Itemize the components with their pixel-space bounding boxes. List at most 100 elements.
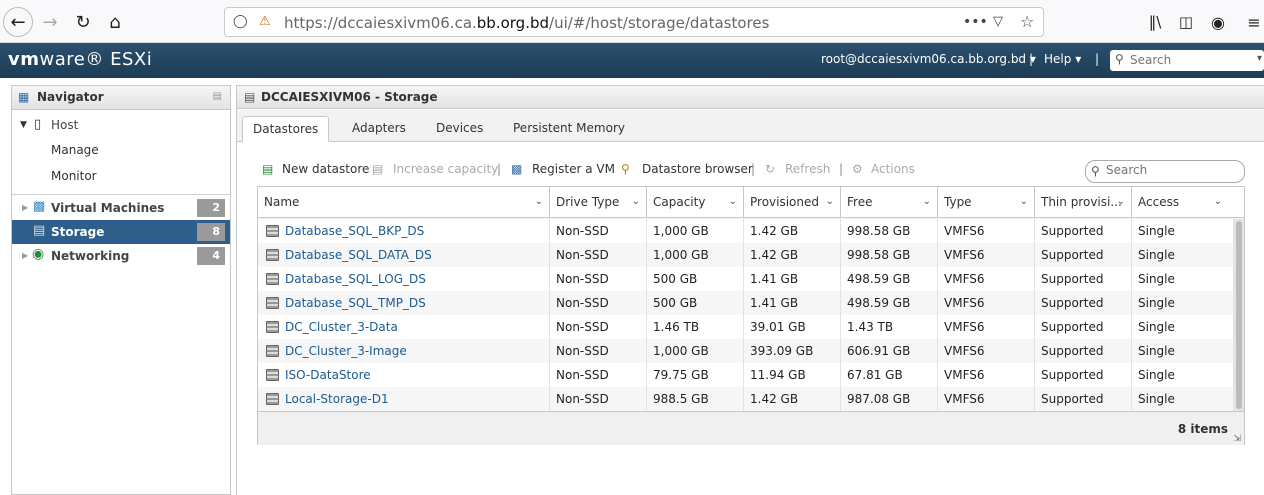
cell-access: Single — [1132, 315, 1234, 339]
column-header-capacity[interactable]: Capacity ⌄ — [647, 187, 744, 218]
tab-datastores[interactable]: Datastores — [242, 116, 330, 142]
storage-icon: ▤ — [244, 90, 256, 104]
chevron-down-icon[interactable]: ⌄ — [1117, 187, 1125, 217]
bookmark-star-icon[interactable]: ☆ — [1020, 12, 1034, 31]
cell-name[interactable]: Database_SQL_TMP_DS — [258, 291, 550, 315]
sidebar-button[interactable]: ◫ — [1171, 7, 1201, 37]
cell-name[interactable]: Local-Storage-D1 — [258, 387, 550, 411]
resize-handle-icon[interactable]: ⇲ — [1233, 434, 1241, 444]
header-search[interactable]: ⚲ ▾ — [1110, 50, 1264, 71]
column-header-type[interactable]: Type ⌄ — [938, 187, 1035, 218]
table-row[interactable]: Local-Storage-D1 Non-SSD 988.5 GB 1.42 GB 98… — [258, 387, 1234, 411]
cell-capacity: 1,000 GB — [647, 243, 744, 267]
grid-search-input[interactable] — [1106, 163, 1236, 177]
table-row[interactable]: Database_SQL_TMP_DS Non-SSD 500 GB 1.41 GB 4… — [258, 291, 1234, 315]
sidebar-icon: ◫ — [1178, 13, 1194, 31]
column-header-provisioned[interactable]: Provisioned ⌄ — [744, 187, 841, 218]
expand-icon[interactable]: ▼ — [20, 120, 27, 130]
register-vm-button[interactable]: Register a VM — [532, 162, 615, 176]
tab-adapters[interactable]: Adapters — [342, 116, 416, 142]
tab-devices[interactable]: Devices — [426, 116, 493, 142]
vertical-scrollbar[interactable] — [1234, 219, 1244, 411]
chevron-down-icon[interactable]: ⌄ — [1020, 187, 1028, 217]
cell-type: VMFS6 — [938, 387, 1035, 411]
datastore-browser-button[interactable]: Datastore browser — [642, 162, 753, 176]
forward-button[interactable]: → — [35, 7, 65, 37]
table-row[interactable]: Database_SQL_DATA_DS Non-SSD 1,000 GB 1.42 … — [258, 243, 1234, 267]
cell-name[interactable]: Database_SQL_DATA_DS — [258, 243, 550, 267]
cell-capacity: 988.5 GB — [647, 387, 744, 411]
cell-name[interactable]: Database_SQL_BKP_DS — [258, 219, 550, 243]
table-row[interactable]: Database_SQL_LOG_DS Non-SSD 500 GB 1.41 GB 4… — [258, 267, 1234, 291]
table-row[interactable]: Database_SQL_BKP_DS Non-SSD 1,000 GB 1.42 G… — [258, 219, 1234, 243]
app-header: vmware® ESXi root@dccaiesxivm06.ca.bb.or… — [0, 43, 1264, 78]
search-icon: ⚲ — [1091, 164, 1100, 178]
cell-access: Single — [1132, 387, 1234, 411]
menu-button[interactable]: ≡ — [1244, 7, 1264, 37]
header-search-input[interactable] — [1130, 50, 1255, 69]
grid-search[interactable]: ⚲ — [1085, 160, 1245, 183]
back-button[interactable]: ← — [3, 7, 33, 37]
home-icon: ⌂ — [109, 11, 121, 33]
cell-thin: Supported — [1035, 243, 1132, 267]
nav-host[interactable]: ▼ ▯ Host — [12, 113, 230, 137]
chevron-down-icon[interactable]: ⌄ — [632, 187, 640, 217]
actions-button[interactable]: Actions — [871, 162, 915, 176]
increase-capacity-button[interactable]: Increase capacity — [393, 162, 498, 176]
expand-icon[interactable]: ▶ — [22, 203, 28, 212]
reload-icon: ↻ — [75, 11, 91, 33]
account-icon: ◉ — [1211, 12, 1225, 32]
increase-capacity-icon: ▤ — [372, 162, 384, 176]
table-row[interactable]: DC_Cluster_3-Data Non-SSD 1.46 TB 39.01 GB 1… — [258, 315, 1234, 339]
library-button[interactable]: ‖\ — [1140, 7, 1170, 37]
chevron-down-icon[interactable]: ▾ — [1257, 53, 1262, 64]
new-datastore-button[interactable]: New datastore — [282, 162, 369, 176]
cell-name[interactable]: Database_SQL_LOG_DS — [258, 267, 550, 291]
shield-icon[interactable]: ◯ — [233, 14, 248, 29]
table-row[interactable]: ISO-DataStore Non-SSD 79.75 GB 11.94 GB 67.8… — [258, 363, 1234, 387]
column-header-access[interactable]: Access ⌄ — [1132, 187, 1244, 218]
nav-monitor[interactable]: Monitor — [12, 163, 230, 187]
expand-icon[interactable]: ▶ — [22, 251, 28, 260]
chevron-down-icon[interactable]: ⌄ — [729, 187, 737, 217]
nav-manage[interactable]: Manage — [12, 137, 230, 161]
chevron-down-icon[interactable]: ⌄ — [826, 187, 834, 217]
column-header-free[interactable]: Free ⌄ — [841, 187, 938, 218]
navigator-header: ▦ Navigator ▤ — [12, 86, 230, 110]
nav-networking[interactable]: ▶ ◉ Networking 4 — [12, 244, 230, 268]
user-menu[interactable]: root@dccaiesxivm06.ca.bb.org.bd ▾ — [821, 52, 1036, 66]
datastore-browser-icon: ⚲ — [621, 162, 630, 176]
column-header-drive-type[interactable]: Drive Type ⌄ — [550, 187, 647, 218]
chevron-down-icon[interactable]: ⌄ — [923, 187, 931, 217]
cell-name[interactable]: ISO-DataStore — [258, 363, 550, 387]
cell-name[interactable]: DC_Cluster_3-Image — [258, 339, 550, 363]
scrollbar-thumb[interactable] — [1236, 221, 1242, 409]
browser-toolbar: ← → ↻ ⌂ ◯ ⚠ https://dccaiesxivm06.ca.bb.… — [0, 0, 1264, 43]
column-header-name[interactable]: Name ⌄ — [258, 187, 550, 218]
pocket-icon[interactable]: ▽ — [993, 14, 1003, 29]
collapse-icon[interactable]: ▤ — [213, 91, 222, 102]
refresh-button[interactable]: Refresh — [785, 162, 830, 176]
tab-persistent-memory[interactable]: Persistent Memory — [503, 116, 635, 142]
cell-name[interactable]: DC_Cluster_3-Data — [258, 315, 550, 339]
chevron-down-icon[interactable]: ⌄ — [535, 187, 543, 217]
warning-lock-icon[interactable]: ⚠ — [259, 14, 271, 29]
chevron-down-icon[interactable]: ⌄ — [1214, 187, 1222, 217]
url-bar[interactable]: ◯ ⚠ https://dccaiesxivm06.ca.bb.org.bd/u… — [224, 7, 1044, 37]
nav-virtual-machines[interactable]: ▶ ▩ Virtual Machines 2 — [12, 196, 230, 220]
refresh-icon: ↻ — [765, 162, 776, 176]
table-row[interactable]: DC_Cluster_3-Image Non-SSD 1,000 GB 393.09 … — [258, 339, 1234, 363]
home-button[interactable]: ⌂ — [100, 7, 130, 37]
help-menu[interactable]: Help ▾ — [1044, 52, 1081, 66]
nav-storage[interactable]: ▤ Storage 8 — [12, 220, 230, 244]
cell-thin: Supported — [1035, 219, 1132, 243]
more-icon[interactable]: ••• — [963, 14, 988, 30]
cell-drive: Non-SSD — [550, 363, 647, 387]
url-text[interactable]: https://dccaiesxivm06.ca.bb.org.bd/ui/#/… — [284, 14, 769, 32]
cell-free: 67.81 GB — [841, 363, 938, 387]
datastores-grid: Name ⌄ Drive Type ⌄ Capacity ⌄ Provisioned ⌄… — [257, 186, 1245, 445]
reload-button[interactable]: ↻ — [68, 7, 98, 37]
account-button[interactable]: ◉ — [1203, 7, 1233, 37]
column-header-thin-provisioning[interactable]: Thin provisi... ⌄ — [1035, 187, 1132, 218]
header-divider: | — [1095, 52, 1100, 66]
